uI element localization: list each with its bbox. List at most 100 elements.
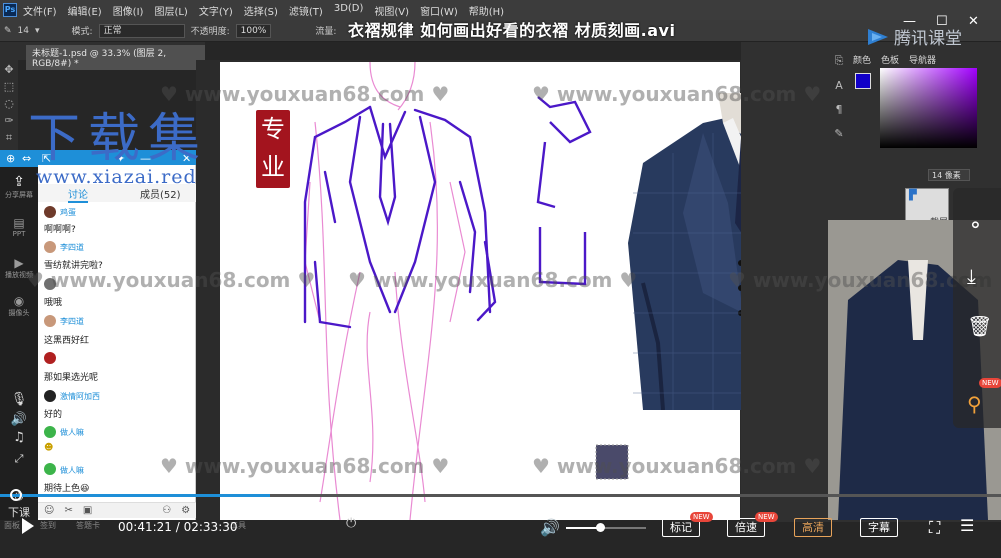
- foreground-color-swatch[interactable]: [855, 73, 871, 89]
- brush-size-field[interactable]: 14 像素: [928, 169, 970, 181]
- close-icon[interactable]: ✕: [968, 14, 979, 29]
- history-icon[interactable]: ⎘: [835, 54, 844, 68]
- brush-panel-icon[interactable]: ✎: [834, 127, 843, 140]
- watermark: ♥ www.youxuan68.com ♥: [532, 454, 822, 478]
- menu-file[interactable]: 文件(F): [23, 3, 57, 18]
- document-tab[interactable]: 未标题-1.psd @ 33.3% (图层 2, RGB/8#) *: [26, 45, 205, 70]
- chat-msg-text: 啊啊啊?: [44, 225, 76, 235]
- menu-type[interactable]: 文字(Y): [199, 3, 233, 18]
- speaker-icon[interactable]: 🔊: [0, 412, 38, 427]
- opacity-label: 不透明度:: [190, 27, 230, 37]
- share-screen-icon: ⇪: [13, 174, 25, 190]
- volume-handle[interactable]: [595, 523, 605, 532]
- layer-icon: ▛: [909, 190, 917, 201]
- chat-toolbar: ☺ ✂ ▣ ⚇ ⚙: [38, 502, 196, 518]
- floating-actions: ⚬ ⤓ 🗑 ⚲ NEW: [953, 188, 1001, 428]
- opacity-field[interactable]: 100%: [235, 23, 272, 38]
- xiazai-watermark-title: 下载集: [28, 109, 209, 169]
- ppt-icon: ▤: [13, 216, 25, 230]
- menu-select[interactable]: 选择(S): [244, 3, 278, 18]
- marquee-tool-icon[interactable]: ⬚: [4, 80, 14, 93]
- camera-button[interactable]: ◉ 摄像头: [0, 294, 38, 318]
- menu-edit[interactable]: 编辑(E): [68, 3, 102, 18]
- seal-stamp: 专业: [256, 110, 290, 188]
- menu-layer[interactable]: 图层(L): [154, 3, 187, 18]
- tab-color[interactable]: 颜色: [853, 53, 871, 66]
- mode-label: 模式:: [71, 27, 93, 37]
- color-panel-tabs: 颜色 色板 导航器: [853, 53, 936, 66]
- expand-icon[interactable]: ⤢: [0, 452, 38, 466]
- settings-gear-icon[interactable]: ⚙: [181, 505, 190, 516]
- progress-fill: [0, 494, 271, 497]
- move-tool-icon[interactable]: ✥: [4, 63, 13, 76]
- subtitle-button[interactable]: 字幕: [860, 518, 898, 537]
- share-screen-label: 分享屏幕: [5, 191, 33, 199]
- ps-logo: Ps: [3, 3, 17, 17]
- image-icon[interactable]: ▣: [83, 505, 92, 516]
- fullscreen-icon[interactable]: ⛶: [929, 518, 940, 538]
- current-time: 00:41:21: [118, 520, 172, 534]
- power-icon[interactable]: ⏻: [346, 516, 356, 531]
- playlist-menu-icon[interactable]: ☰: [960, 516, 974, 535]
- video-title: 衣褶规律 如何画出好看的衣褶 材质刻画.avi: [348, 21, 676, 40]
- menu-window[interactable]: 窗口(W): [420, 3, 458, 18]
- panel-label: 面板: [4, 521, 20, 530]
- tab-discussion[interactable]: 讨论: [68, 186, 88, 203]
- share-icon[interactable]: ⚬: [967, 213, 984, 237]
- time-display: 00:41:21 / 02:33:30: [118, 520, 238, 534]
- menu-view[interactable]: 视图(V): [374, 3, 409, 18]
- speed-new-badge: NEW: [755, 512, 778, 522]
- minimize-icon[interactable]: —: [903, 14, 916, 29]
- ppt-label: PPT: [12, 230, 26, 238]
- quick-select-icon[interactable]: ✑: [4, 114, 13, 127]
- watermark: ♥ www.youxuan68.com ♥: [532, 82, 822, 106]
- brush-preset-icon[interactable]: ▾: [35, 26, 40, 36]
- chat-msg-name: 激情阿加西: [60, 392, 100, 401]
- volume-icon[interactable]: 🔊: [540, 518, 560, 537]
- mode-select[interactable]: 正常: [98, 23, 185, 38]
- tab-members[interactable]: 成员(52): [140, 186, 181, 201]
- trash-icon[interactable]: 🗑: [967, 314, 992, 338]
- avatar: [44, 241, 56, 253]
- crop-tool-icon[interactable]: ⌗: [6, 131, 12, 145]
- scissors-icon[interactable]: ✂: [64, 505, 72, 516]
- hd-button[interactable]: 高清: [794, 518, 832, 537]
- tencent-classroom-logo-icon: [868, 28, 888, 45]
- avatar: [44, 315, 56, 327]
- brush-size[interactable]: 14: [18, 26, 29, 36]
- tab-navigator[interactable]: 导航器: [909, 53, 936, 66]
- emoji-picker-icon[interactable]: ☺: [44, 505, 54, 516]
- music-icon[interactable]: ♫: [0, 430, 38, 445]
- avatar: [44, 206, 56, 218]
- users-icon[interactable]: ⚇: [162, 505, 171, 516]
- chat-msg-name: 做人嘛: [60, 466, 84, 475]
- download-icon[interactable]: ⤓: [967, 264, 976, 288]
- brush-tool-icon[interactable]: ✎: [4, 26, 12, 36]
- chat-msg-text: 好的: [44, 410, 63, 420]
- tab-swatches[interactable]: 色板: [881, 53, 899, 66]
- menu-filter[interactable]: 滤镜(T): [289, 3, 323, 18]
- chat-msg-name: 李四道: [60, 243, 84, 252]
- volume-fill: [566, 527, 600, 529]
- watermark: ♥ www.youxuan68.com ♥: [160, 454, 450, 478]
- color-picker-field[interactable]: [880, 68, 977, 148]
- ppt-button[interactable]: ▤ PPT: [0, 216, 38, 238]
- lasso-tool-icon[interactable]: ◌: [4, 97, 14, 110]
- type-panel-icon[interactable]: A: [835, 79, 843, 92]
- watermark: ♥ www.youxuan68.com ♥: [26, 268, 316, 292]
- progress-handle[interactable]: [10, 489, 22, 501]
- time-separator: /: [175, 520, 180, 534]
- paragraph-icon[interactable]: ¶: [836, 103, 843, 116]
- chat-toggle-icon[interactable]: ⊕: [6, 152, 15, 165]
- maximize-icon[interactable]: ☐: [936, 14, 948, 29]
- chat-msg-text: 这黑西好红: [44, 336, 90, 346]
- play-pause-button[interactable]: [22, 518, 34, 534]
- mic-icon[interactable]: 🎙: [0, 392, 38, 407]
- chat-msg-text: 哦哦: [44, 298, 63, 308]
- share-screen-button[interactable]: ⇪ 分享屏幕: [0, 174, 38, 200]
- menu-3d[interactable]: 3D(D): [334, 3, 364, 18]
- emoji-icon: ☻: [44, 443, 54, 453]
- pin-icon[interactable]: ⚲: [967, 392, 982, 416]
- menu-image[interactable]: 图像(I): [113, 3, 144, 18]
- menu-help[interactable]: 帮助(H): [469, 3, 504, 18]
